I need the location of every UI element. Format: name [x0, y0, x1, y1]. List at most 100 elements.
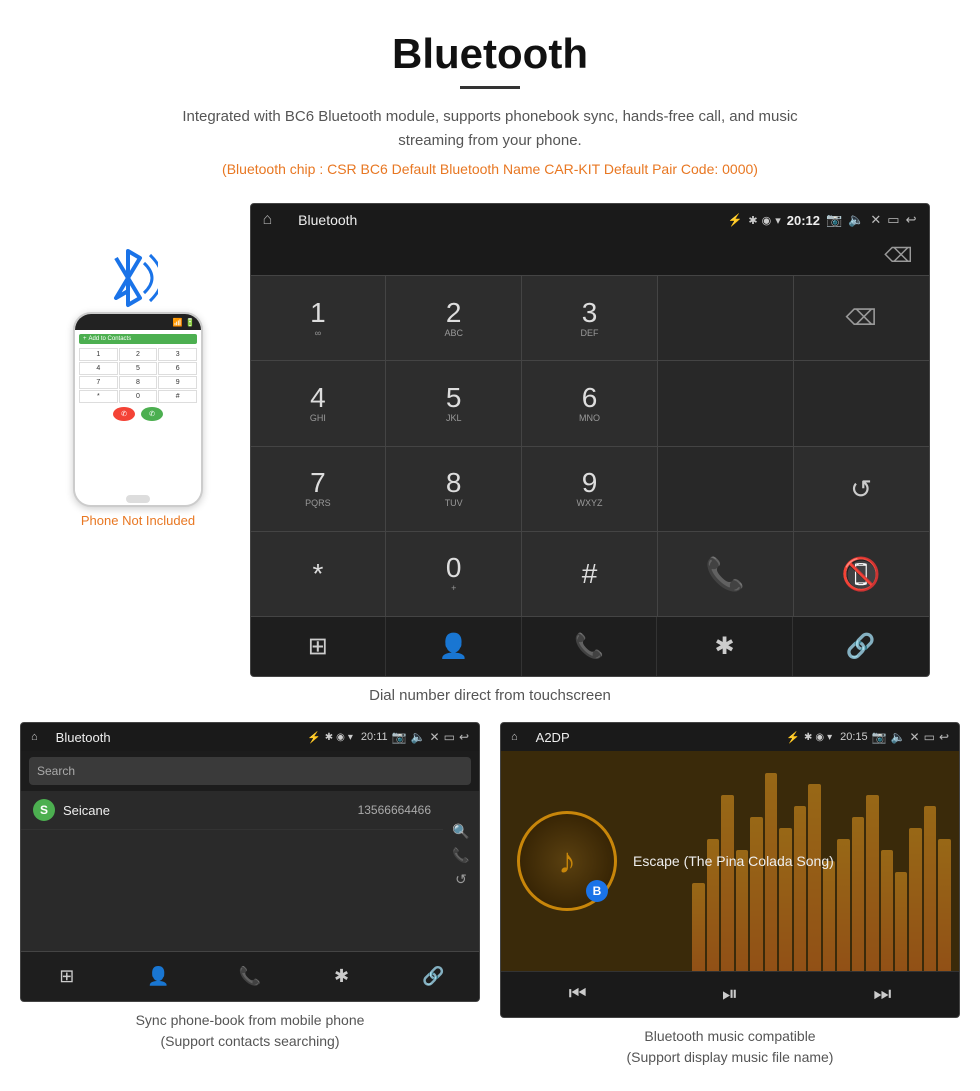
phone-button[interactable]: 📞 — [522, 617, 658, 676]
pb-sidebar-refresh-icon[interactable]: ↺ — [455, 871, 467, 888]
dial-key-3[interactable]: 3DEF — [522, 276, 657, 360]
car-dialer-screen: ⌂ Bluetooth ⚡ ✱ ◉ ▾ 20:12 📷 🔈 ✕ ▭ ↩ ⌫ — [250, 203, 930, 677]
bottom-screens-row: ⌂ Bluetooth ⚡ ✱ ◉ ▾ 20:11 📷 🔈 ✕ ▭ ↩ — [0, 722, 980, 1068]
dial-key-5[interactable]: 5JKL — [386, 361, 521, 445]
music-status-bar: ⌂ A2DP ⚡ ✱ ◉ ▾ 20:15 📷 🔈 ✕ ▭ ↩ — [501, 723, 959, 751]
dial-key-1[interactable]: 1∞ — [251, 276, 386, 360]
pb-bt-btn[interactable]: ✱ — [296, 952, 388, 1001]
pb-status-icons: ✱ ◉ ▾ — [325, 732, 353, 743]
phone-home-button — [126, 495, 150, 503]
music-loc-icon: ◉ — [815, 732, 824, 743]
music-camera-icon: 📷 — [872, 730, 887, 744]
pb-contacts-btn[interactable]: 👤 — [113, 952, 205, 1001]
pb-contact-letter: S — [33, 799, 55, 821]
eq-bar — [837, 839, 849, 971]
dial-key-2[interactable]: 2ABC — [386, 276, 521, 360]
volume-icon: 🔈 — [848, 212, 864, 228]
music-note-icon: ♪ — [558, 840, 576, 882]
dial-caption: Dial number direct from touchscreen — [0, 687, 980, 704]
eq-bar — [881, 850, 893, 971]
eq-bar — [779, 828, 791, 971]
dial-key-refresh[interactable]: ↺ — [794, 447, 929, 531]
dial-key-4[interactable]: 4GHI — [251, 361, 386, 445]
phone-key-hash: # — [158, 390, 197, 403]
phone-inner: 📶 🔋 +Add to Contacts 1 2 3 4 5 6 7 8 — [75, 314, 201, 505]
dial-key-empty-1 — [658, 276, 793, 360]
pb-phone-btn[interactable]: 📞 — [204, 952, 296, 1001]
dial-key-6[interactable]: 6MNO — [522, 361, 657, 445]
title-section: Bluetooth Integrated with BC6 Bluetooth … — [0, 0, 980, 203]
eq-bar — [938, 839, 950, 971]
music-bt-overlay-icon: B — [586, 880, 608, 902]
music-song-title: Escape (The Pina Colada Song) — [633, 853, 834, 869]
phone-not-included-label: Phone Not Included — [81, 513, 195, 528]
next-track-button[interactable]: ⏭ — [873, 983, 891, 1006]
prev-track-button[interactable]: ⏮ — [569, 983, 587, 1006]
car-screen-title: Bluetooth — [298, 212, 357, 228]
dial-key-empty-2 — [658, 361, 793, 445]
pb-window-icon: ▭ — [444, 730, 455, 744]
phone-screen-content: +Add to Contacts 1 2 3 4 5 6 7 8 9 * 0 — [75, 330, 201, 491]
pb-time: 20:11 — [361, 731, 388, 743]
specs-line: (Bluetooth chip : CSR BC6 Default Blueto… — [20, 161, 960, 177]
eq-bar — [909, 828, 921, 971]
usb-icon: ⚡ — [727, 213, 742, 227]
pb-grid-btn[interactable]: ⊞ — [21, 952, 113, 1001]
music-bt-icon: ✱ — [804, 732, 812, 743]
link-button[interactable]: 🔗 — [793, 617, 929, 676]
main-demo-row: 📶 🔋 +Add to Contacts 1 2 3 4 5 6 7 8 — [0, 203, 980, 677]
dial-key-0[interactable]: 0+ — [386, 532, 521, 616]
pb-camera-icon: 📷 — [392, 730, 407, 744]
pb-link-btn[interactable]: 🔗 — [387, 952, 479, 1001]
phone-key-2: 2 — [119, 348, 158, 361]
dial-key-end[interactable]: 📵 — [794, 532, 929, 616]
bt-status-icon: ✱ — [748, 214, 757, 227]
music-sig-icon: ▾ — [827, 732, 832, 743]
dial-key-star[interactable]: * — [251, 532, 386, 616]
pb-search-input[interactable]: Search — [29, 757, 471, 785]
music-home-icon: ⌂ — [511, 731, 518, 743]
dial-key-empty-4 — [658, 447, 793, 531]
grid-view-button[interactable]: ⊞ — [251, 617, 387, 676]
music-status-icons: ✱ ◉ ▾ — [804, 732, 832, 743]
pb-right-icons: 📷 🔈 ✕ ▭ ↩ — [392, 730, 469, 744]
eq-bar — [808, 784, 820, 971]
eq-bar — [750, 817, 762, 971]
contacts-button[interactable]: 👤 — [386, 617, 522, 676]
dial-key-7[interactable]: 7PQRS — [251, 447, 386, 531]
dial-key-empty-3 — [794, 361, 929, 445]
pb-bottom-bar: ⊞ 👤 📞 ✱ 🔗 — [21, 951, 479, 1001]
dial-key-8[interactable]: 8TUV — [386, 447, 521, 531]
pb-screen-title: Bluetooth — [56, 730, 111, 745]
music-close-icon: ✕ — [910, 730, 920, 744]
pb-sidebar-search-icon[interactable]: 🔍 — [452, 823, 469, 840]
close-icon: ✕ — [870, 212, 881, 228]
play-pause-button[interactable]: ⏯ — [722, 983, 738, 1006]
pb-search-bar: Search — [21, 751, 479, 791]
pb-bt-icon: ✱ — [325, 732, 333, 743]
phone-key-3: 3 — [158, 348, 197, 361]
page-title: Bluetooth — [20, 30, 960, 78]
music-volume-icon: 🔈 — [891, 730, 906, 744]
delete-icon[interactable]: ⌫ — [884, 243, 912, 268]
pb-search-placeholder: Search — [37, 764, 75, 778]
eq-bar — [721, 795, 733, 971]
bluetooth-button[interactable]: ✱ — [657, 617, 793, 676]
pb-contact-row[interactable]: S Seicane 13566664466 — [21, 791, 443, 830]
dial-key-hash[interactable]: # — [522, 532, 657, 616]
eq-bar — [794, 806, 806, 971]
phone-end-btn: ✆ — [113, 407, 135, 421]
music-screen-title: A2DP — [536, 730, 570, 745]
car-right-icons: 📷 🔈 ✕ ▭ ↩ — [826, 212, 916, 228]
music-caption: Bluetooth music compatible(Support displ… — [627, 1026, 834, 1068]
pb-sidebar-call-icon[interactable]: 📞 — [452, 847, 469, 864]
eq-bar — [692, 883, 704, 971]
eq-bar — [866, 795, 878, 971]
pb-status-bar: ⌂ Bluetooth ⚡ ✱ ◉ ▾ 20:11 📷 🔈 ✕ ▭ ↩ — [21, 723, 479, 751]
pb-back-icon: ↩ — [459, 730, 469, 744]
music-usb-icon: ⚡ — [786, 731, 800, 744]
dial-input-row: ⌫ — [251, 236, 929, 276]
dial-key-call[interactable]: 📞 — [658, 532, 793, 616]
dial-key-9[interactable]: 9WXYZ — [522, 447, 657, 531]
dial-key-backspace[interactable]: ⌫ — [794, 276, 929, 360]
